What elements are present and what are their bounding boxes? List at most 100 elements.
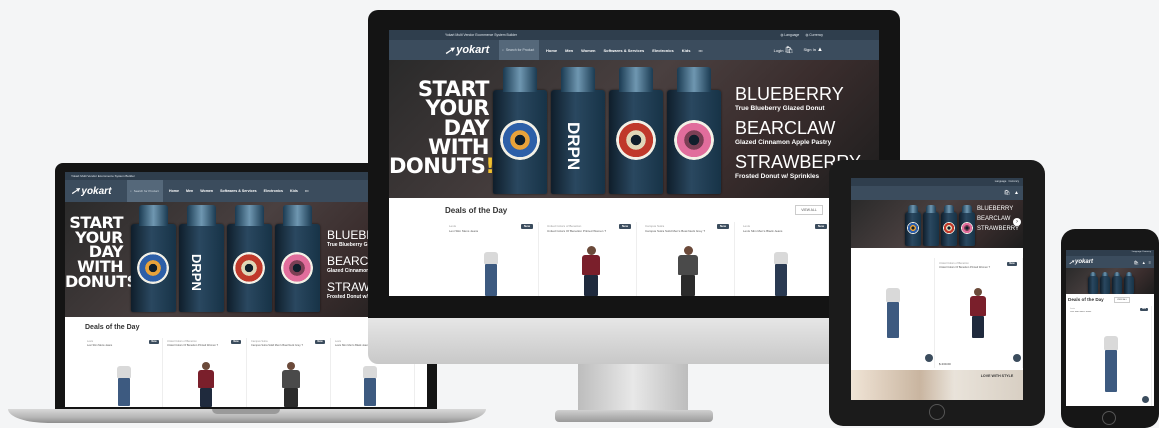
product-card[interactable]: Campus Sutra Campus Sutra Solid Men's Bo… bbox=[249, 338, 331, 407]
tablet-home-button bbox=[929, 404, 945, 420]
product-image bbox=[675, 246, 701, 296]
cart-icon[interactable]: 🛍 bbox=[1004, 190, 1010, 196]
menu-item-softwares[interactable]: Softwares & Services bbox=[604, 48, 645, 53]
menu-item-softwares[interactable]: Softwares & Services bbox=[220, 189, 257, 193]
product-image bbox=[579, 246, 603, 296]
deals-title: Deals of the Day bbox=[445, 206, 508, 215]
carousel-next-icon[interactable]: › bbox=[1013, 218, 1021, 226]
product-card[interactable]: Campus Sutra Campus Sutra Solid Men's Bo… bbox=[641, 222, 735, 296]
menu-item-kids[interactable]: Kids bbox=[290, 189, 298, 193]
product-bottle bbox=[905, 204, 921, 246]
main-menu: Home Men Women Softwares & Services Elec… bbox=[546, 48, 703, 53]
new-badge: New bbox=[521, 224, 533, 229]
logo[interactable]: ➚ yokart bbox=[70, 186, 127, 197]
product-image bbox=[195, 362, 217, 407]
user-icon[interactable]: ▲ bbox=[1142, 260, 1146, 265]
site-tagline: Yokart Multi Vendor Ecommerce System Bui… bbox=[71, 174, 135, 178]
product-bottle bbox=[227, 204, 272, 312]
product-card[interactable] bbox=[851, 258, 935, 368]
menu-item-men[interactable]: Men bbox=[565, 48, 573, 53]
main-menu: Home Men Women Softwares & Services Elec… bbox=[169, 189, 309, 193]
new-badge: New bbox=[1140, 308, 1148, 311]
logo-mark-icon: ➚ bbox=[1068, 259, 1075, 266]
new-badge: New bbox=[815, 224, 827, 229]
tablet-screen: Language Currency 🛍 ▲ BLUEBERRY BEARCLAW … bbox=[851, 178, 1023, 400]
menu-item-women[interactable]: Women bbox=[200, 189, 213, 193]
menu-item-home[interactable]: Home bbox=[169, 189, 179, 193]
hero-headline: START YOUR DAY WITH DONUTS! bbox=[389, 77, 495, 179]
desktop-foot bbox=[555, 410, 713, 422]
site-tagline: Yokart Multi Vendor Ecommerce System Bui… bbox=[445, 33, 518, 37]
menu-item-electronics[interactable]: Electronics bbox=[264, 189, 283, 193]
product-image bbox=[1100, 336, 1122, 392]
navbar: ➚ yokart ⌕ Search for Product Home Men W… bbox=[389, 40, 879, 60]
desktop-screen: Yokart Multi Vendor Ecommerce System Bui… bbox=[389, 30, 879, 296]
menu-item-women[interactable]: Women bbox=[581, 48, 595, 53]
hero-banner[interactable]: BLUEBERRY BEARCLAW STRAWBERRY › bbox=[851, 200, 1023, 248]
menu-item-kids[interactable]: Kids bbox=[682, 48, 691, 53]
language-selector[interactable]: ◍ Language bbox=[780, 33, 799, 37]
product-bottle bbox=[1100, 272, 1110, 294]
product-bottle bbox=[923, 204, 939, 246]
wishlist-icon[interactable] bbox=[925, 354, 933, 362]
wishlist-icon[interactable] bbox=[1013, 354, 1021, 362]
product-bottle: DRPN bbox=[179, 204, 224, 312]
hero-banner[interactable]: START YOUR DAY WITH DONUTS! DRPN BLUEBER… bbox=[389, 60, 879, 198]
product-bottle bbox=[131, 204, 176, 312]
user-icon: ▲ bbox=[817, 47, 823, 53]
new-badge: New bbox=[231, 340, 241, 344]
product-image bbox=[113, 366, 135, 406]
wishlist-icon[interactable] bbox=[1142, 396, 1149, 403]
new-badge: New bbox=[149, 340, 159, 344]
phone-actions: 🛍 ▲ ≡ bbox=[1134, 260, 1151, 265]
product-bottle bbox=[493, 67, 547, 194]
menu-item-men[interactable]: Men bbox=[186, 189, 193, 193]
view-all-button[interactable]: VIEW ALL bbox=[1114, 297, 1130, 303]
product-card[interactable]: Levis Levi Slim Mens Jeans New bbox=[85, 338, 163, 407]
product-card[interactable]: United Colors of Benetton United Colors … bbox=[165, 338, 247, 407]
product-bottle bbox=[609, 67, 663, 194]
phone-home-button bbox=[1102, 411, 1116, 425]
product-bottle bbox=[1124, 272, 1134, 294]
laptop-notch bbox=[212, 409, 280, 414]
menu-item-more[interactable]: ••• bbox=[305, 189, 309, 193]
product-card[interactable]: Levis Levi Slim Mens Jeans New bbox=[1068, 306, 1152, 406]
product-bottle bbox=[959, 204, 975, 246]
product-bottle bbox=[667, 67, 721, 194]
desktop-chin bbox=[368, 318, 900, 364]
product-card[interactable]: United Colors of Benetton United Colors … bbox=[937, 258, 1023, 368]
product-bottle bbox=[1112, 272, 1122, 294]
desktop-stand bbox=[578, 364, 688, 414]
top-strip: Yokart Multi Vendor Ecommerce System Bui… bbox=[389, 30, 879, 40]
product-image bbox=[967, 288, 989, 338]
product-image bbox=[359, 366, 381, 406]
logo[interactable]: ➚ yokart bbox=[1068, 259, 1093, 266]
deals-title: Deals of the Day bbox=[85, 324, 140, 331]
cart-icon[interactable]: 🛍 bbox=[1134, 260, 1139, 265]
product-image bbox=[479, 252, 503, 296]
product-price: $ 230.00 bbox=[939, 362, 951, 366]
product-card[interactable]: Levis Levi Slim Mens Jeans New bbox=[445, 222, 539, 296]
signin-link[interactable]: Sign In ▲ bbox=[803, 47, 823, 53]
user-icon[interactable]: ▲ bbox=[1014, 190, 1019, 196]
search-input[interactable]: ⌕ Search for Product bbox=[127, 180, 163, 202]
search-input[interactable]: ⌕ Search for Product bbox=[499, 40, 539, 60]
view-all-button[interactable]: VIEW ALL bbox=[795, 205, 823, 215]
product-bottle: DRPN bbox=[551, 67, 605, 194]
hero-banner[interactable] bbox=[1066, 268, 1154, 294]
menu-item-more[interactable]: ••• bbox=[698, 48, 702, 53]
currency-selector[interactable]: ◍ Currency bbox=[805, 33, 823, 37]
product-card[interactable]: Levis Levis Slim Men's Black Jeans New bbox=[739, 222, 829, 296]
search-icon: ⌕ bbox=[502, 48, 504, 52]
product-card[interactable]: United Colors of Benetton United Colors … bbox=[543, 222, 637, 296]
product-image bbox=[769, 252, 793, 296]
new-badge: New bbox=[315, 340, 325, 344]
deals-title: Deals of the Day bbox=[1068, 297, 1104, 302]
menu-item-electronics[interactable]: Electronics bbox=[652, 48, 674, 53]
login-link[interactable]: Login 🛍 bbox=[774, 46, 794, 54]
logo[interactable]: ➚ yokart bbox=[444, 44, 499, 57]
menu-icon[interactable]: ≡ bbox=[1149, 260, 1151, 265]
search-icon: ⌕ bbox=[130, 189, 132, 193]
promo-banner[interactable]: LOVE WITH STYLE bbox=[851, 370, 1023, 400]
menu-item-home[interactable]: Home bbox=[546, 48, 557, 53]
